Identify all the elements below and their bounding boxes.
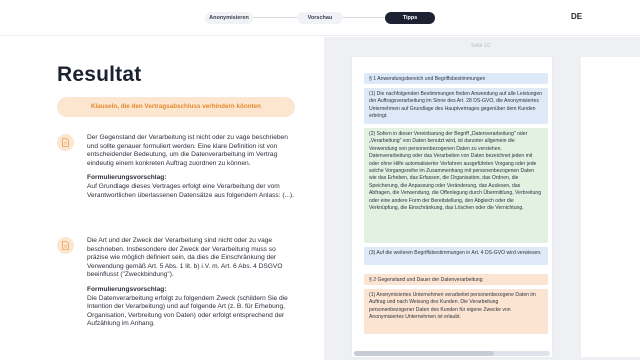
step-tipps[interactable]: Tipps	[385, 12, 435, 24]
document-icon	[57, 237, 74, 254]
step-connector	[253, 17, 299, 18]
clause-item: Die Art und der Zweck der Verarbeitung s…	[57, 237, 307, 357]
scrollbar-thumb[interactable]	[354, 351, 494, 356]
document-icon	[57, 134, 74, 151]
language-switcher[interactable]: DE	[571, 12, 582, 21]
clause-highlight[interactable]: (1) Die nachfolgenden Bestimmungen finde…	[364, 88, 548, 124]
suggestion-heading: Formulierungsvorschlag:	[87, 174, 167, 182]
clause-description: Die Art und der Zweck der Verarbeitung s…	[87, 237, 283, 279]
suggestion-heading: Formulierungsvorschlag:	[87, 285, 167, 293]
step-anonymisieren[interactable]: Anonymisieren	[205, 12, 253, 24]
results-panel: Resultat Klauseln, die den Vertragsabsch…	[0, 37, 324, 360]
document-preview[interactable]: Seite 1/2 § 1 Anwendungsbereich und Begr…	[324, 37, 640, 360]
clause-highlight[interactable]: (1) Anonymisiertes Unternehmen verarbeit…	[364, 289, 548, 334]
document-page: § 1 Anwendungsbereich und Begriffsbestim…	[352, 57, 552, 357]
suggestion-text: Auf Grundlage dieses Vertrages erfolgt e…	[87, 182, 295, 199]
clause-description: Der Gegenstand der Verarbeitung ist nich…	[87, 134, 288, 167]
suggestion-text: Die Datenverarbeitung erfolgt zu folgend…	[87, 294, 288, 328]
clause-highlight[interactable]: (2) Sofern in dieser Vereinbarung der Be…	[364, 128, 548, 243]
page-indicator: Seite 1/2	[471, 43, 491, 49]
top-bar: Anonymisieren Vorschau Tipps DE	[0, 0, 640, 36]
step-vorschau[interactable]: Vorschau	[297, 12, 343, 24]
page-title: Resultat	[57, 63, 142, 86]
clause-highlight[interactable]: (3) Auf die weiteren Begriffsbestimmunge…	[364, 247, 548, 265]
stepper: Anonymisieren Vorschau Tipps	[205, 12, 435, 24]
document-page-next	[581, 57, 640, 357]
step-connector	[341, 17, 387, 18]
clause-item: Der Gegenstand der Verarbeitung ist nich…	[57, 134, 307, 234]
clause-highlight-heading[interactable]: § 1 Anwendungsbereich und Begriffsbestim…	[364, 73, 548, 84]
category-pill: Klauseln, die den Vertragsabschluss verh…	[57, 97, 295, 117]
clause-highlight-heading[interactable]: § 2 Gegenstand und Dauer der Datenverarb…	[364, 274, 548, 285]
horizontal-scrollbar[interactable]	[354, 351, 550, 356]
